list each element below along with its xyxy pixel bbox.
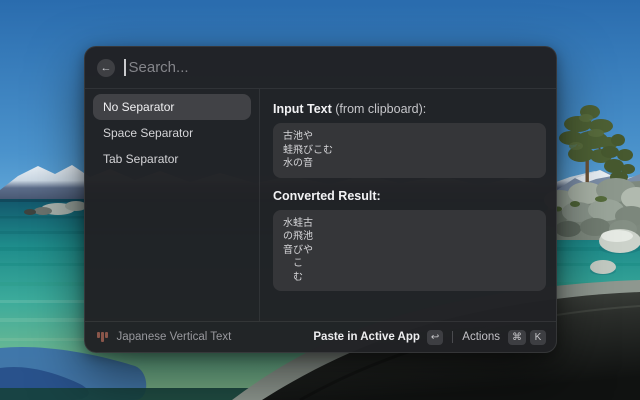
search-bar: ← Search... — [85, 47, 556, 89]
list-item-label: Space Separator — [103, 126, 193, 140]
input-text-title: Input Text — [273, 102, 332, 116]
return-key-badge: ↩ — [427, 330, 443, 345]
text-cursor — [124, 59, 126, 76]
list-item-label: Tab Separator — [103, 152, 178, 166]
vertical-text-icon — [97, 332, 108, 342]
list-item-label: No Separator — [103, 100, 174, 114]
action-bar: Japanese Vertical Text Paste in Active A… — [85, 321, 556, 352]
command-key-badge: ⌘ — [508, 330, 526, 345]
k-key-badge: K — [530, 330, 546, 345]
converted-result-title: Converted Result: — [273, 189, 381, 203]
paste-in-active-app-action[interactable]: Paste in Active App — [313, 331, 420, 343]
back-arrow-icon: ← — [101, 59, 112, 77]
raycast-window: ← Search... No Separator Space Separator… — [84, 46, 557, 353]
actions-button[interactable]: Actions — [462, 331, 500, 343]
list-item-space-separator[interactable]: Space Separator — [93, 120, 251, 146]
input-text-subtitle: (from clipboard): — [332, 102, 426, 116]
window-content: No Separator Space Separator Tab Separat… — [85, 89, 556, 321]
back-button[interactable]: ← — [97, 59, 115, 77]
converted-result-block: 水蛙古 の飛池 音びや こ む — [273, 210, 546, 292]
search-input[interactable]: Search... — [129, 59, 189, 76]
extension-name: Japanese Vertical Text — [117, 331, 232, 343]
input-text-block: 古池や 蛙飛びこむ 水の音 — [273, 123, 546, 178]
footer-divider — [452, 331, 453, 343]
list-item-tab-separator[interactable]: Tab Separator — [93, 146, 251, 172]
input-text-heading: Input Text (from clipboard): — [273, 102, 546, 116]
separator-list: No Separator Space Separator Tab Separat… — [85, 89, 260, 321]
list-item-no-separator[interactable]: No Separator — [93, 94, 251, 120]
detail-panel: Input Text (from clipboard): 古池や 蛙飛びこむ 水… — [260, 89, 556, 321]
converted-result-heading: Converted Result: — [273, 189, 546, 203]
